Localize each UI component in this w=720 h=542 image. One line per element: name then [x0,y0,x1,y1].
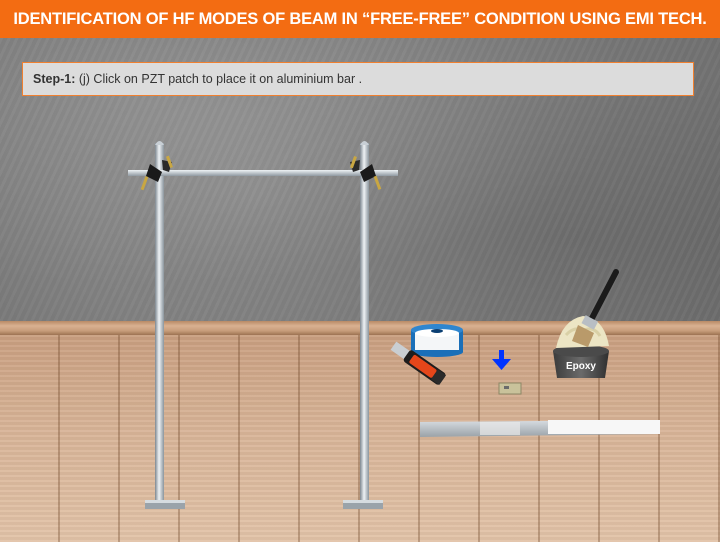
pzt-patch-icon[interactable] [498,382,522,395]
solder-wire-spool-icon[interactable] [411,324,463,357]
epoxy-bucket-icon[interactable]: Epoxy [553,316,609,378]
scene-objects: Epoxy [128,141,660,509]
stand-frame [128,141,398,509]
down-arrow-icon [492,350,511,370]
aluminium-bar[interactable] [420,420,660,437]
epoxy-label: Epoxy [566,361,596,372]
